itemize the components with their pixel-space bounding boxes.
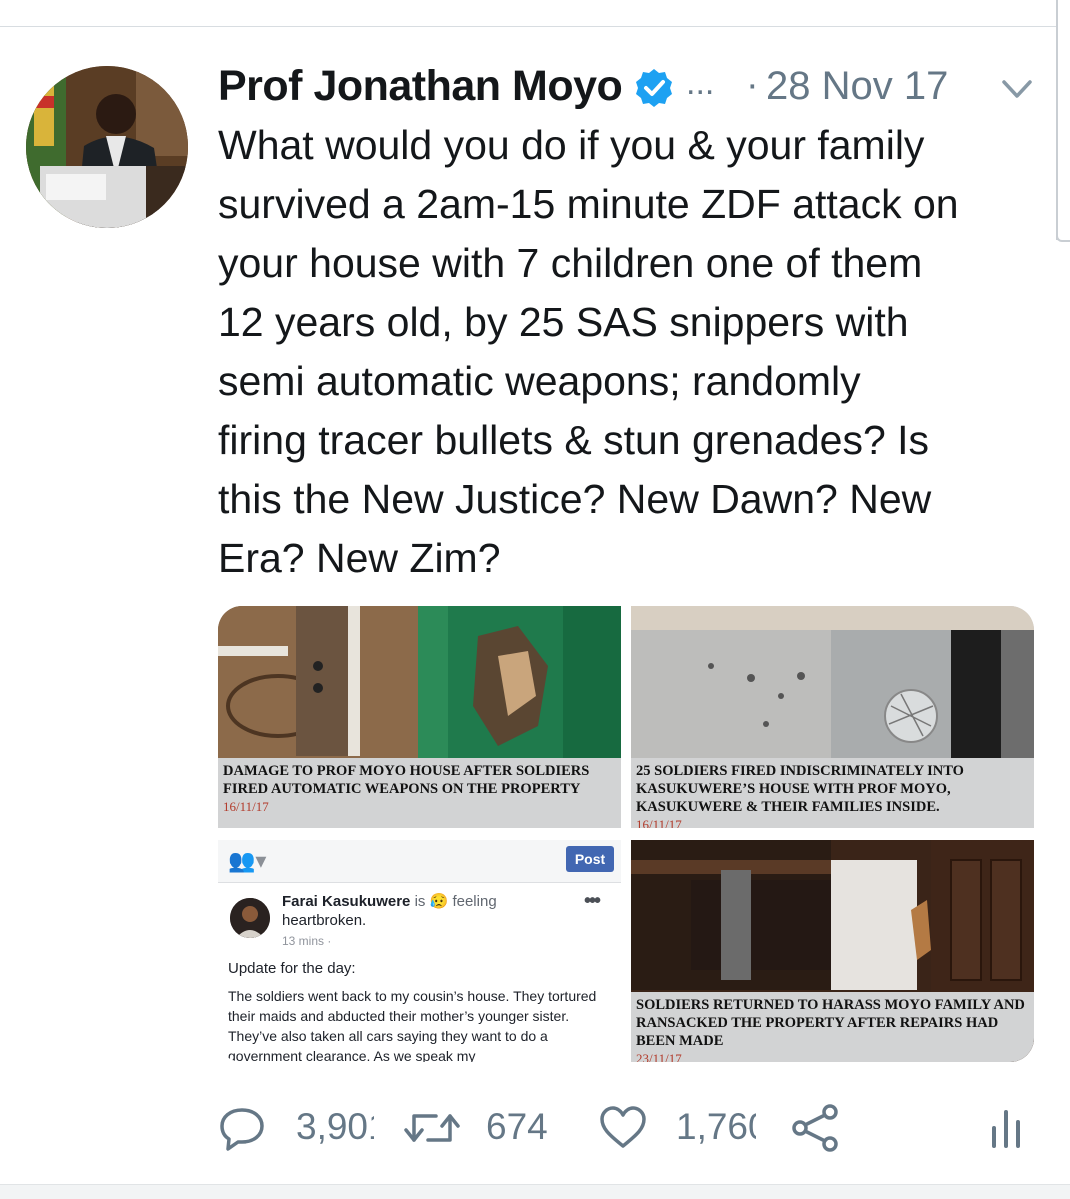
facebook-feeling-value: heartbroken. <box>282 912 367 929</box>
image-caption: SOLDIERS RETURNED TO HARASS MOYO FAMILY … <box>631 992 1034 1062</box>
tweet-text-line: survived a 2am-15 minute ZDF attack on <box>218 181 959 227</box>
tweet-text-line: 12 years old, by 25 SAS snippers with <box>218 299 909 345</box>
media-image-1[interactable]: DAMAGE TO PROF MOYO HOUSE AFTER SOLDIERS… <box>218 606 621 828</box>
caption-text: 25 SOLDIERS FIRED INDISCRIMINATELY INTO … <box>636 763 964 815</box>
tweet-actions: 3,901 674 1,760 <box>218 1098 1048 1158</box>
author-avatar[interactable] <box>26 66 188 228</box>
friends-icon: 👥▾ <box>228 848 267 873</box>
caption-date: 23/11/17 <box>636 1051 682 1062</box>
tweet-text-line: this the New Justice? New Dawn? New <box>218 476 932 522</box>
reply-icon <box>220 1108 264 1151</box>
reply-count: 3,901 <box>296 1106 374 1147</box>
share-icon <box>792 1104 838 1152</box>
verified-badge-icon <box>636 69 672 107</box>
media-image-3[interactable]: 👥▾ Post Farai Kasukuwere is 😥 feeling he… <box>218 840 621 1062</box>
sad-emoji-icon: 😥 <box>429 893 449 910</box>
facebook-is-word: is <box>414 893 426 910</box>
facebook-update-title: Update for the day: <box>228 960 356 977</box>
facebook-feeling-word: feeling <box>452 893 497 910</box>
caption-date: 16/11/17 <box>636 817 682 828</box>
separator-dot: · <box>746 64 759 106</box>
like-count: 1,760 <box>676 1106 756 1147</box>
tweet-text-line: Era? New Zim? <box>218 535 501 581</box>
scrollbar-corner <box>1056 236 1070 242</box>
chevron-down-icon[interactable] <box>1000 76 1034 102</box>
facebook-post-time: 13 mins · <box>282 934 332 948</box>
caption-date: 16/11/17 <box>223 799 269 814</box>
media-grid: DAMAGE TO PROF MOYO HOUSE AFTER SOLDIERS… <box>218 606 1034 1062</box>
media-image-4[interactable]: SOLDIERS RETURNED TO HARASS MOYO FAMILY … <box>631 840 1034 1062</box>
bottom-divider <box>0 1184 1070 1199</box>
image-caption: 25 SOLDIERS FIRED INDISCRIMINATELY INTO … <box>631 758 1034 828</box>
media-image-2[interactable]: 25 SOLDIERS FIRED INDISCRIMINATELY INTO … <box>631 606 1034 828</box>
tweet-text-line: your house with 7 children one of them <box>218 240 923 286</box>
tweet-text-line: firing tracer bullets & stun grenades? I… <box>218 417 930 463</box>
name-truncation-ellipsis: ... <box>686 64 715 102</box>
analytics-icon <box>992 1110 1020 1148</box>
heart-icon <box>600 1106 646 1148</box>
facebook-author-name: Farai Kasukuwere <box>282 893 411 910</box>
caption-text: SOLDIERS RETURNED TO HARASS MOYO FAMILY … <box>636 997 1025 1049</box>
tweet-text: What would you do if you & your family s… <box>218 116 1048 588</box>
caption-text: DAMAGE TO PROF MOYO HOUSE AFTER SOLDIERS… <box>223 763 590 797</box>
facebook-post: Farai Kasukuwere is 😥 feeling heartbroke… <box>218 884 621 1062</box>
tweet-text-line: semi automatic weapons; randomly <box>218 358 861 404</box>
facebook-post-button: Post <box>566 846 614 872</box>
facebook-avatar <box>230 898 270 938</box>
facebook-post-author: Farai Kasukuwere is 😥 feeling <box>282 892 497 910</box>
facebook-composer-bar: 👥▾ Post <box>218 840 621 883</box>
retweet-icon <box>404 1114 460 1142</box>
facebook-post-body: The soldiers went back to my cousin’s ho… <box>228 988 597 1062</box>
image-caption: DAMAGE TO PROF MOYO HOUSE AFTER SOLDIERS… <box>218 758 621 828</box>
tweet-date[interactable]: 28 Nov 17 <box>766 64 948 109</box>
author-name[interactable]: Prof Jonathan Moyo <box>218 62 623 111</box>
tweet-text-line: What would you do if you & your family <box>218 122 925 168</box>
retweet-count: 674 <box>486 1106 548 1147</box>
facebook-more-icon: ••• <box>584 890 601 912</box>
tweet-header: Prof Jonathan Moyo ... · 28 Nov 17 <box>218 62 1048 112</box>
top-divider <box>0 26 1058 27</box>
scrollbar-track[interactable] <box>1056 0 1058 240</box>
